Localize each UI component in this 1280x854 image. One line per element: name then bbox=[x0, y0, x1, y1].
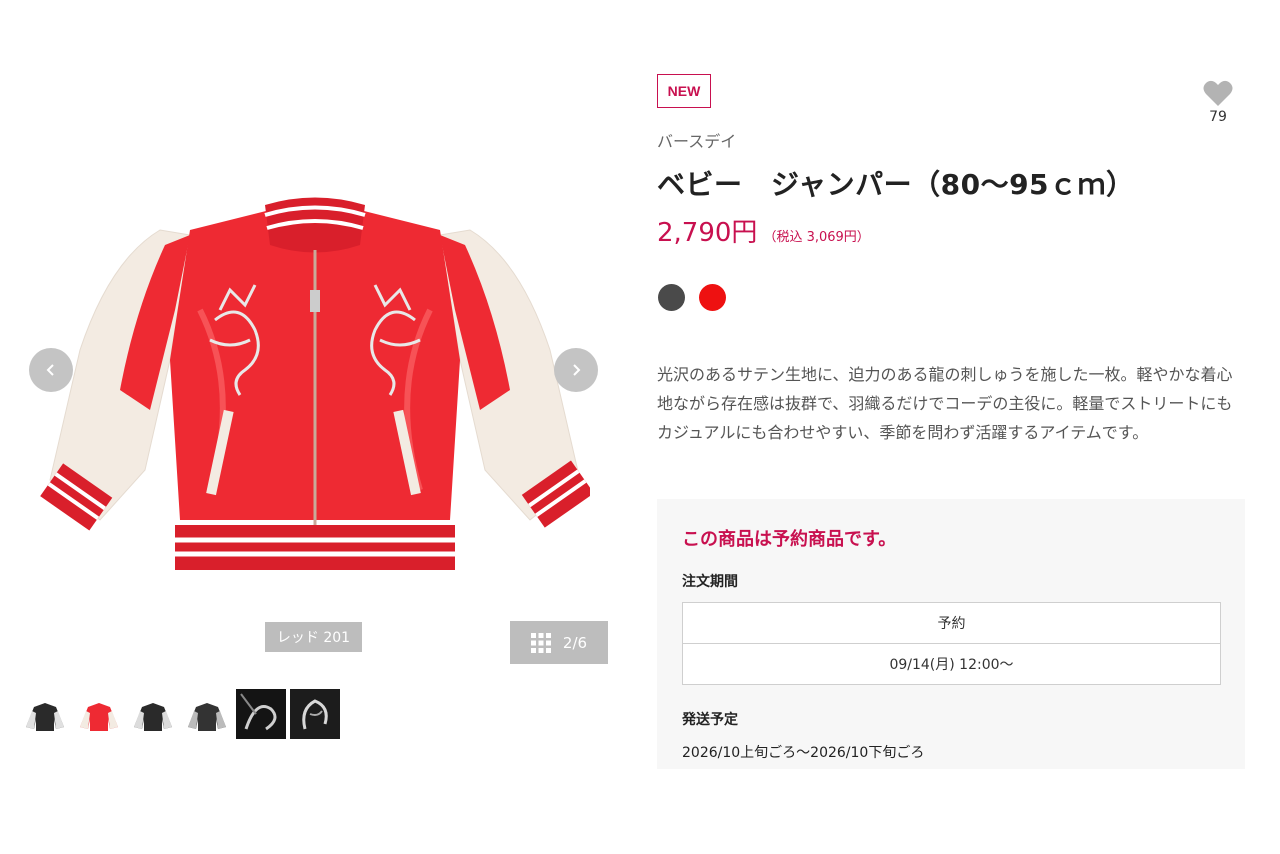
brand-name[interactable]: バースデイ bbox=[657, 128, 736, 152]
chevron-right-icon bbox=[573, 364, 581, 376]
favorite-button[interactable]: 79 bbox=[1197, 80, 1239, 125]
grid-icon bbox=[530, 632, 551, 653]
thumbnail-detail-1[interactable] bbox=[236, 689, 286, 739]
current-color-label: レッド 201 bbox=[265, 622, 362, 652]
thumbnail-detail-2[interactable] bbox=[290, 689, 340, 739]
thumbnail-red[interactable] bbox=[74, 689, 124, 739]
thumbnail-black-1[interactable] bbox=[20, 689, 70, 739]
chevron-left-icon bbox=[46, 364, 54, 376]
color-swatch-gray[interactable] bbox=[658, 284, 685, 311]
product-main-image bbox=[40, 197, 590, 570]
thumbnail-black-2[interactable] bbox=[128, 689, 178, 739]
thumbnail-black-3[interactable] bbox=[182, 689, 232, 739]
order-period-header: 予約 bbox=[937, 616, 966, 632]
price-tax-included: （税込 3,069円） bbox=[763, 230, 870, 245]
reservation-panel: この商品は予約商品です。 注文期間 予約 09/14(月) 12:00～ 発送予… bbox=[657, 499, 1245, 769]
image-grid-button[interactable]: 2/6 bbox=[510, 621, 608, 664]
color-swatches bbox=[658, 284, 726, 311]
prev-image-button[interactable] bbox=[29, 348, 73, 392]
image-page-indicator: 2/6 bbox=[562, 633, 588, 652]
product-title: ベビー ジャンパー（80～95ｃｍ） bbox=[657, 168, 1135, 201]
product-gallery: レッド 201 2/6 bbox=[0, 0, 640, 854]
shipping-schedule-label: 発送予定 bbox=[682, 712, 738, 728]
product-description: 光沢のあるサテン生地に、迫力のある龍の刺しゅうを施した一枚。軽やかな着心地ながら… bbox=[657, 365, 1233, 442]
order-period-table: 予約 09/14(月) 12:00～ bbox=[682, 602, 1221, 685]
heart-icon bbox=[1203, 80, 1233, 106]
order-period-label: 注文期間 bbox=[682, 574, 738, 590]
favorite-count: 79 bbox=[1209, 109, 1227, 125]
color-swatch-red[interactable] bbox=[699, 284, 726, 311]
next-image-button[interactable] bbox=[554, 348, 598, 392]
thumbnail-list bbox=[20, 689, 340, 739]
new-badge: NEW bbox=[657, 74, 711, 108]
reservation-heading: この商品は予約商品です。 bbox=[682, 529, 897, 550]
price-row: 2,790円 （税込 3,069円） bbox=[657, 212, 870, 249]
order-period-value: 09/14(月) 12:00～ bbox=[683, 643, 1220, 684]
price: 2,790円 bbox=[657, 218, 758, 248]
shipping-schedule-value: 2026/10上旬ごろ～2026/10下旬ごろ bbox=[682, 745, 925, 761]
